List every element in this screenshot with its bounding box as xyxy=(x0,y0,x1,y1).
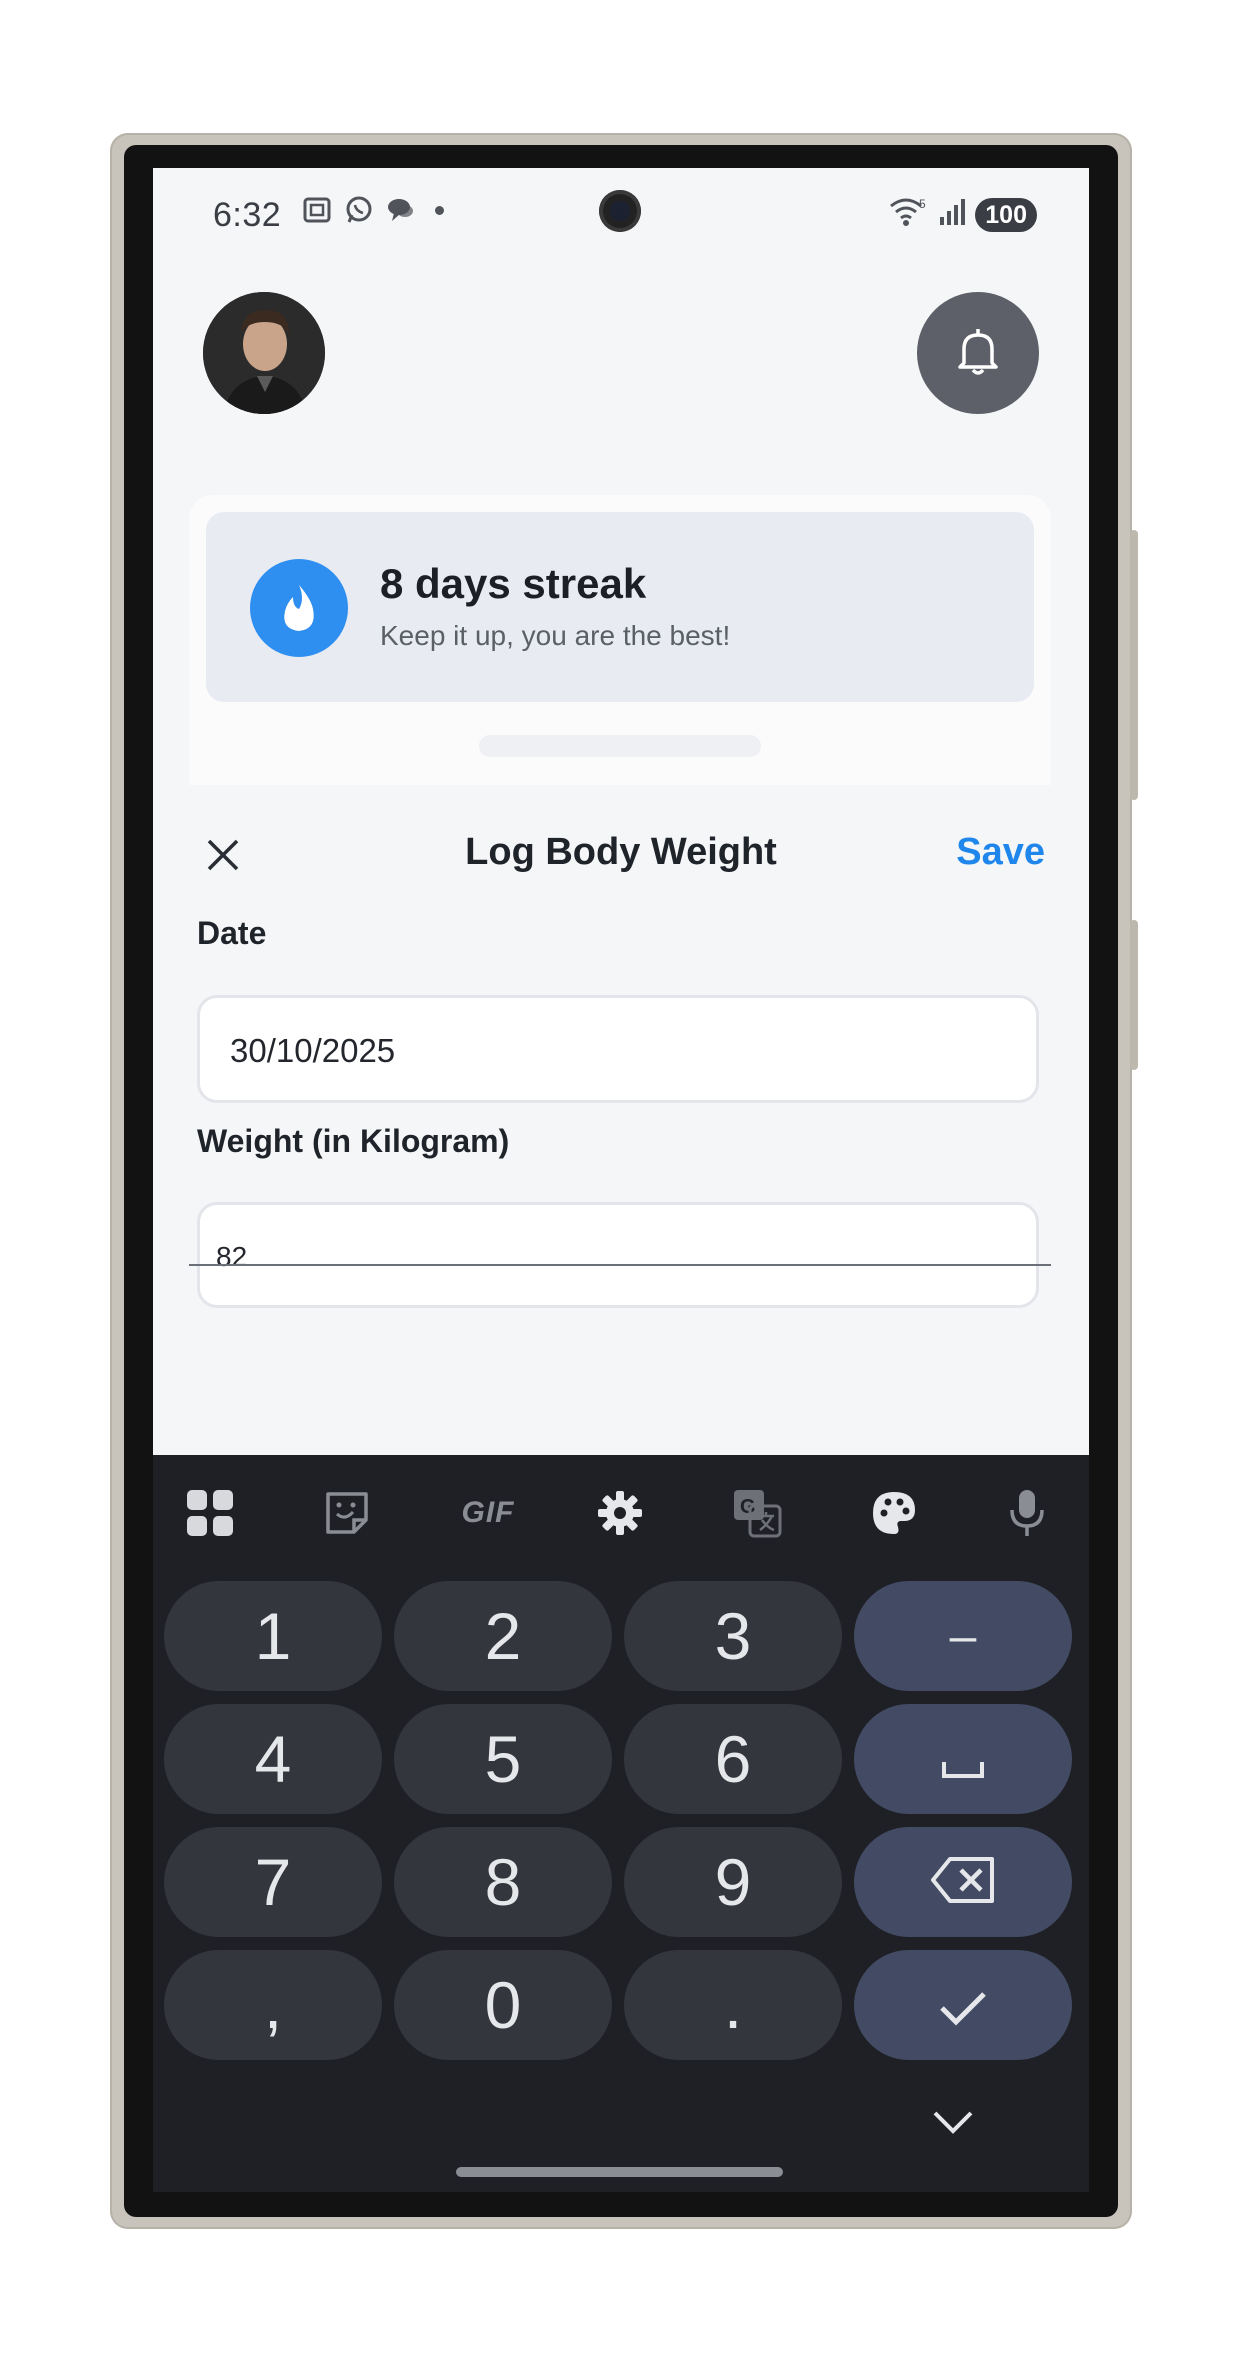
key-0[interactable]: 0 xyxy=(394,1950,612,2060)
clock: 6:32 xyxy=(213,196,282,234)
status-bar: 6:32 5 100 xyxy=(153,168,1089,258)
flame-icon xyxy=(250,559,348,657)
weight-label: Weight (in Kilogram) xyxy=(197,1123,510,1159)
bell-icon xyxy=(950,323,1006,384)
streak-title: 8 days streak xyxy=(380,560,647,607)
key-period[interactable]: . xyxy=(624,1950,842,2060)
key-7[interactable]: 7 xyxy=(164,1827,382,1937)
log-weight-sheet: Log Body Weight Save Date 30/10/2025 Wei… xyxy=(153,785,1089,1455)
apps-grid-icon[interactable] xyxy=(180,1483,240,1543)
sticker-icon[interactable] xyxy=(317,1483,377,1543)
translate-icon[interactable]: G xyxy=(727,1483,787,1543)
key-minus[interactable]: – xyxy=(854,1581,1072,1691)
key-9[interactable]: 9 xyxy=(624,1827,842,1937)
date-value: 30/10/2025 xyxy=(230,1032,396,1069)
backspace-icon xyxy=(930,1844,996,1920)
key-comma[interactable]: , xyxy=(164,1950,382,2060)
key-4[interactable]: 4 xyxy=(164,1704,382,1814)
streak-card[interactable]: 8 days streak Keep it up, you are the be… xyxy=(206,512,1034,702)
screenshot-icon xyxy=(301,194,333,226)
notification-icons xyxy=(301,194,444,226)
hide-keyboard-button[interactable] xyxy=(931,2107,975,2137)
chevron-down-icon xyxy=(931,2111,975,2141)
key-backspace[interactable] xyxy=(854,1827,1072,1937)
signal-icon xyxy=(937,197,967,232)
avatar[interactable] xyxy=(203,292,325,414)
key-6[interactable]: 6 xyxy=(624,1704,842,1814)
key-done[interactable] xyxy=(854,1950,1072,2060)
weight-value: 82 xyxy=(216,1241,248,1272)
home-indicator[interactable] xyxy=(456,2167,783,2177)
chat-icon xyxy=(385,194,417,226)
phone-screen: 6:32 5 100 8 days streak Keep it up, you… xyxy=(153,168,1089,2192)
save-button[interactable]: Save xyxy=(956,831,1045,874)
settings-icon[interactable] xyxy=(590,1483,650,1543)
gif-label: GIF xyxy=(461,1496,515,1529)
notifications-button[interactable] xyxy=(917,292,1039,414)
gif-button[interactable]: GIF xyxy=(453,1483,523,1543)
key-3[interactable]: 3 xyxy=(624,1581,842,1691)
date-field[interactable]: 30/10/2025 xyxy=(197,995,1039,1103)
front-camera xyxy=(599,190,641,232)
check-icon xyxy=(938,1967,988,2043)
volume-button xyxy=(1130,530,1138,800)
palette-icon[interactable] xyxy=(864,1483,924,1543)
divider xyxy=(189,1264,1051,1266)
battery-indicator: 100 xyxy=(975,197,1037,232)
key-space[interactable] xyxy=(854,1704,1072,1814)
streak-section: 8 days streak Keep it up, you are the be… xyxy=(189,495,1051,785)
key-2[interactable]: 2 xyxy=(394,1581,612,1691)
power-button xyxy=(1130,920,1138,1070)
wifi-badge: 5 xyxy=(919,197,926,211)
carousel-indicator xyxy=(479,735,761,757)
weight-field[interactable]: 82 xyxy=(197,1202,1039,1308)
streak-subtitle: Keep it up, you are the best! xyxy=(380,620,731,651)
key-1[interactable]: 1 xyxy=(164,1581,382,1691)
wifi-icon: 5 xyxy=(889,196,929,233)
numeric-keyboard: GIF G 1 2 3 – 4 5 6 7 8 9 , 0 . xyxy=(153,1455,1089,2192)
date-label: Date xyxy=(197,915,267,951)
more-notifications-dot xyxy=(435,205,444,215)
key-5[interactable]: 5 xyxy=(394,1704,612,1814)
key-8[interactable]: 8 xyxy=(394,1827,612,1937)
whatsapp-icon xyxy=(343,194,375,226)
mic-icon[interactable] xyxy=(997,1483,1057,1543)
space-icon xyxy=(941,1721,985,1797)
sheet-title: Log Body Weight xyxy=(465,831,777,873)
system-icons: 5 100 xyxy=(889,196,1037,233)
